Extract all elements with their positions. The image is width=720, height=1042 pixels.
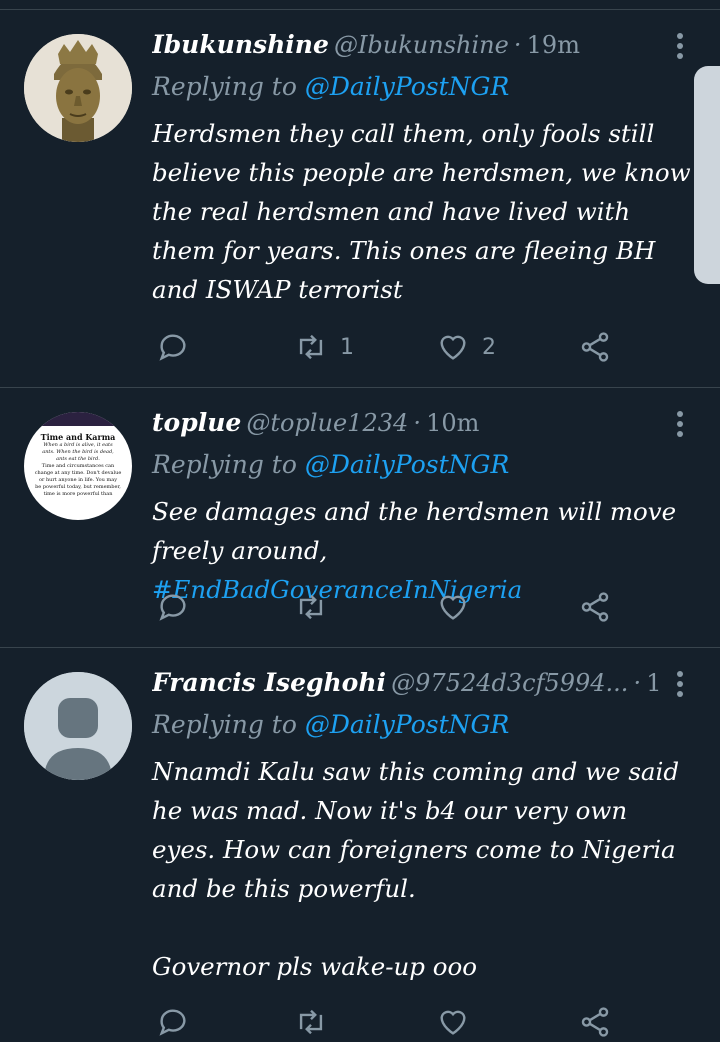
- timestamp[interactable]: 10m: [426, 409, 479, 437]
- separator-dot: ·: [513, 31, 522, 59]
- tweet-divider: [0, 647, 720, 648]
- reply-icon: [159, 334, 186, 361]
- replying-prefix: Replying to: [152, 710, 305, 739]
- share-icon: [581, 332, 609, 362]
- like-button[interactable]: 2: [436, 327, 496, 367]
- more-options-icon[interactable]: [666, 670, 694, 698]
- retweet-button[interactable]: 1: [294, 327, 354, 367]
- tweet-header: toplue @toplue1234 · 10m: [152, 408, 660, 448]
- reply-button[interactable]: [156, 587, 190, 627]
- tweet-divider: [0, 387, 720, 388]
- avatar-quote-card: Time and Karma When a bird is alive, it …: [24, 412, 132, 520]
- retweet-button[interactable]: [294, 587, 328, 627]
- author-name[interactable]: Francis Iseghohi: [152, 668, 386, 697]
- reply-icon: [159, 1009, 186, 1036]
- author-handle[interactable]: @97524d3cf5994...: [391, 669, 628, 697]
- separator-dot: ·: [413, 409, 421, 437]
- more-options-icon[interactable]: [666, 410, 694, 438]
- time-and-karma-avatar[interactable]: Time and Karma When a bird is alive, it …: [24, 412, 132, 520]
- separator-dot: ·: [633, 669, 642, 697]
- share-button[interactable]: [578, 327, 612, 367]
- replying-to: Replying to @DailyPostNGR: [152, 710, 509, 739]
- bronze-head-icon: [24, 34, 132, 142]
- bronze-head-avatar[interactable]: [24, 34, 132, 142]
- heart-icon: [440, 595, 466, 620]
- author-handle[interactable]: @toplue1234: [246, 409, 408, 437]
- avatar-line: or hurt anyone in life. You may: [38, 477, 118, 483]
- default-user-icon: [24, 672, 132, 780]
- tweet-actions: [152, 587, 632, 627]
- heart-icon: [440, 1010, 466, 1035]
- retweet-icon: [299, 334, 323, 360]
- top-divider: [0, 9, 720, 10]
- avatar-line: change at any time. Don't devalue: [34, 470, 122, 476]
- heart-icon: [440, 335, 466, 360]
- replying-prefix: Replying to: [152, 72, 305, 101]
- timestamp[interactable]: 1m: [646, 669, 660, 697]
- share-button[interactable]: [578, 587, 612, 627]
- replying-prefix: Replying to: [152, 450, 305, 479]
- timestamp[interactable]: 19m: [527, 31, 580, 59]
- tweet-header: Francis Iseghohi @97524d3cf5994... · 1m: [152, 668, 660, 708]
- default-user-avatar[interactable]: [24, 672, 132, 780]
- reply-mention-link[interactable]: @DailyPostNGR: [305, 450, 509, 479]
- author-name[interactable]: Ibukunshine: [152, 30, 329, 59]
- retweet-button[interactable]: [294, 1002, 328, 1042]
- like-button[interactable]: [436, 1002, 470, 1042]
- retweet-icon: [299, 1009, 323, 1035]
- avatar-line: When a bird is alive, it eats: [43, 442, 113, 448]
- more-options-icon[interactable]: [666, 32, 694, 60]
- tweet-actions: [152, 1002, 632, 1042]
- avatar-line: be powerful today, but remember,: [35, 484, 121, 490]
- replying-to: Replying to @DailyPostNGR: [152, 450, 509, 479]
- share-icon: [581, 592, 609, 622]
- tweet-header: Ibukunshine @Ibukunshine · 19m: [152, 30, 660, 70]
- like-button[interactable]: [436, 587, 470, 627]
- bird-silhouette-icon: [24, 412, 132, 426]
- avatar-line: ants eat the bird.: [56, 456, 100, 462]
- author-name[interactable]: toplue: [152, 408, 241, 437]
- reply-mention-link[interactable]: @DailyPostNGR: [305, 710, 509, 739]
- share-button[interactable]: [578, 1002, 612, 1042]
- tweet-text: Herdsmen they call them, only fools stil…: [152, 119, 699, 304]
- tweet-actions: 1 2: [152, 327, 632, 367]
- share-icon: [581, 1007, 609, 1037]
- like-count: 2: [482, 334, 496, 360]
- avatar-line: ants. When the bird is dead,: [42, 449, 114, 455]
- avatar-title: Time and Karma: [40, 432, 116, 442]
- tweet-text-content: See damages and the herdsmen will move f…: [152, 497, 684, 565]
- reply-button[interactable]: [156, 1002, 190, 1042]
- tweet-text: Nnamdi Kalu saw this coming and we said …: [152, 757, 680, 981]
- avatar-line: Time and circumstances can: [41, 463, 115, 469]
- replying-to: Replying to @DailyPostNGR: [152, 72, 509, 101]
- reply-icon: [159, 594, 186, 621]
- avatar-line: time is more powerful than: [43, 491, 113, 497]
- retweet-icon: [299, 594, 323, 620]
- retweet-count: 1: [340, 334, 354, 360]
- author-handle[interactable]: @Ibukunshine: [334, 31, 509, 59]
- reply-button[interactable]: [156, 327, 190, 367]
- reply-mention-link[interactable]: @DailyPostNGR: [305, 72, 509, 101]
